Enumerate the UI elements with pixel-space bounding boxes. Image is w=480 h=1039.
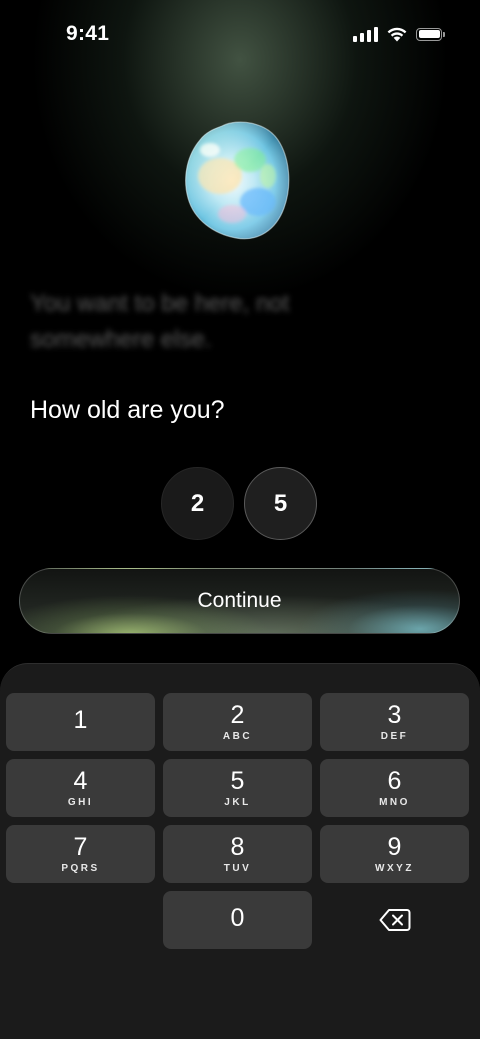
key-5-letters: JKL — [224, 797, 251, 808]
intro-blurred-text: You want to be here, not somewhere else. — [30, 290, 290, 353]
cellular-signal-icon — [353, 26, 378, 42]
key-6[interactable]: 6 MNO — [320, 759, 469, 817]
key-4-number: 4 — [73, 767, 88, 795]
key-1-number: 1 — [73, 706, 88, 734]
delete-key[interactable] — [320, 891, 469, 949]
age-digit-inputs: 2 5 — [161, 467, 317, 540]
age-entry-screen: 9:41 You want to be here, not somewhere … — [0, 0, 480, 1039]
number-keypad: 1 2 ABC 3 DEF 4 GHI 5 JKL 6 MNO 7 PQRS 8… — [0, 663, 480, 1039]
key-9-number: 9 — [387, 833, 402, 861]
key-9-letters: WXYZ — [375, 863, 414, 874]
key-7-number: 7 — [73, 833, 88, 861]
key-8-letters: TUV — [223, 863, 252, 874]
key-8[interactable]: 8 TUV — [163, 825, 312, 883]
key-0[interactable]: 0 — [163, 891, 312, 949]
key-6-letters: MNO — [379, 797, 410, 808]
key-2[interactable]: 2 ABC — [163, 693, 312, 751]
key-7[interactable]: 7 PQRS — [6, 825, 155, 883]
backspace-icon — [379, 909, 410, 931]
status-bar: 9:41 — [0, 0, 480, 70]
key-2-number: 2 — [230, 701, 245, 729]
continue-button[interactable]: Continue — [19, 568, 460, 634]
status-time: 9:41 — [66, 22, 110, 45]
age-digit-2[interactable]: 5 — [244, 467, 317, 540]
age-digit-1[interactable]: 2 — [161, 467, 234, 540]
key-4[interactable]: 4 GHI — [6, 759, 155, 817]
key-9[interactable]: 9 WXYZ — [320, 825, 469, 883]
status-icons — [353, 26, 445, 42]
wifi-icon — [387, 27, 407, 42]
key-5-number: 5 — [230, 767, 245, 795]
key-7-letters: PQRS — [61, 863, 100, 874]
opal-gem-icon — [180, 116, 295, 246]
key-4-letters: GHI — [67, 797, 94, 808]
key-1[interactable]: 1 — [6, 693, 155, 751]
key-6-number: 6 — [387, 767, 402, 795]
key-3-number: 3 — [387, 701, 402, 729]
key-3-letters: DEF — [380, 731, 409, 742]
key-2-letters: ABC — [222, 731, 253, 742]
key-8-number: 8 — [230, 833, 245, 861]
key-5[interactable]: 5 JKL — [163, 759, 312, 817]
key-3[interactable]: 3 DEF — [320, 693, 469, 751]
age-question: How old are you? — [30, 396, 225, 424]
battery-icon — [416, 27, 445, 41]
key-0-number: 0 — [230, 904, 245, 932]
